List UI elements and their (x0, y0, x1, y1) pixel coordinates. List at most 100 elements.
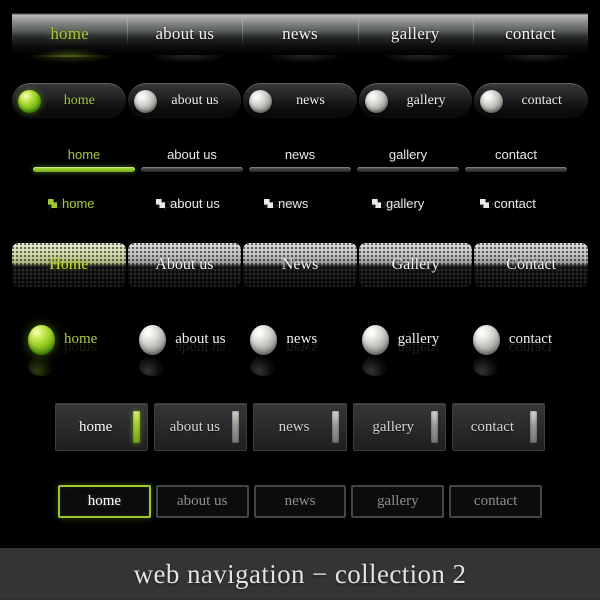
nav-orb-list: home home about us about us news news ga… (22, 325, 578, 376)
nav2-item-home[interactable]: home (12, 83, 126, 119)
nav5-label-home: Home (49, 256, 89, 273)
nav3-label-news: news (284, 147, 316, 162)
nav7-item-home[interactable]: home (55, 403, 149, 451)
nav-halftone-tabs: Home About us News Gallery Contact (12, 243, 588, 287)
nav5-item-news[interactable]: News (243, 243, 357, 287)
nav-box-accent: home about us news gallery contact (55, 403, 546, 451)
nav3-item-contact[interactable]: contact (465, 146, 567, 174)
nav1-item-home[interactable]: home (12, 13, 127, 57)
nav5-label-contact: Contact (506, 256, 557, 273)
nav6-label-about-us: about us (175, 331, 226, 347)
nav-underline: home about us news gallery contact (30, 146, 570, 174)
square-notch-icon (264, 199, 273, 208)
orb-white-icon (249, 89, 273, 113)
nav2-item-contact[interactable]: contact (474, 83, 588, 119)
nav6-item-news[interactable]: news news (244, 325, 355, 376)
nav4-item-news[interactable]: news news (246, 196, 354, 226)
nav1-item-gallery[interactable]: gallery (357, 13, 473, 55)
orb-reflection (472, 356, 500, 376)
nav4-label-gallery: gallery (386, 196, 425, 211)
nav3-item-home[interactable]: home (33, 146, 135, 174)
orb-white-icon (250, 325, 278, 355)
orb-green-icon (28, 325, 55, 355)
nav8-item-news[interactable]: news (253, 485, 347, 518)
nav8-item-contact[interactable]: contact (449, 485, 542, 518)
navigation-collection-page: home about us news gallery contact home … (0, 0, 600, 600)
orb-green-icon (18, 89, 41, 113)
nav1-item-news[interactable]: news (242, 13, 357, 55)
nav1-item-about-us[interactable]: about us (127, 13, 242, 55)
nav4-label-news: news (278, 196, 309, 211)
nav7-label-gallery: gallery (372, 418, 415, 435)
square-notch-icon (480, 199, 489, 208)
nav4-label-contact: contact (494, 196, 536, 211)
nav1-label-news: news (282, 24, 318, 43)
nav5-label-news: News (281, 256, 319, 273)
orb-white-icon (472, 325, 500, 355)
nav3-item-news[interactable]: news (249, 146, 351, 174)
nav7-item-news[interactable]: news (253, 403, 347, 451)
nav1-label-home: home (50, 24, 89, 43)
nav8-item-home[interactable]: home (58, 485, 151, 518)
orb-white-icon (133, 89, 157, 113)
nav2-item-news[interactable]: news (243, 83, 357, 119)
square-notch-icon (48, 199, 57, 208)
nav5-label-about-us: About us (155, 256, 214, 273)
nav8-label-gallery: gallery (376, 493, 419, 509)
nav1-item-contact[interactable]: contact (472, 13, 588, 55)
underline-bar (465, 167, 567, 172)
orb-reflection (361, 356, 389, 376)
nav6-label-gallery: gallery (397, 331, 440, 347)
nav4-label-home: home (62, 196, 95, 211)
nav2-label-gallery: gallery (406, 93, 446, 108)
nav2-label-news: news (296, 93, 325, 108)
nav4-item-home[interactable]: home home (30, 196, 138, 226)
nav3-item-about-us[interactable]: about us (141, 146, 243, 174)
orb-white-icon (364, 89, 388, 113)
accent-bar-gray (232, 411, 240, 443)
nav2-label-about-us: about us (171, 93, 219, 108)
accent-bar-gray (331, 411, 339, 443)
nav5-item-contact[interactable]: Contact (474, 243, 588, 287)
nav7-label-contact: contact (470, 418, 515, 435)
orb-white-icon (480, 89, 504, 113)
nav2-label-home: home (63, 93, 95, 108)
square-notch-icon (372, 199, 381, 208)
nav-pill-orb: home about us news gallery contact (12, 83, 588, 119)
nav1-label-about-us: about us (155, 24, 215, 43)
accent-bar-gray (530, 411, 538, 443)
nav6-item-about-us[interactable]: about us about us (133, 325, 244, 376)
nav8-item-about-us[interactable]: about us (155, 485, 249, 518)
nav5-item-about-us[interactable]: About us (127, 243, 242, 287)
underline-bar (249, 167, 351, 172)
nav4-item-gallery[interactable]: gallery gallery (354, 196, 462, 226)
nav4-item-contact[interactable]: contact contact (462, 196, 570, 226)
nav3-label-gallery: gallery (388, 147, 428, 162)
nav7-item-about-us[interactable]: about us (154, 403, 248, 451)
nav6-item-contact[interactable]: contact contact (467, 325, 578, 376)
nav2-label-contact: contact (521, 93, 562, 108)
nav7-item-contact[interactable]: contact (451, 403, 546, 451)
orb-reflection (28, 356, 55, 376)
accent-bar-gray (430, 411, 438, 443)
underline-bar-active (33, 167, 135, 172)
nav3-label-contact: contact (495, 147, 537, 162)
accent-bar-green (133, 411, 141, 443)
nav6-item-home[interactable]: home home (22, 325, 133, 376)
nav8-item-gallery[interactable]: gallery (351, 485, 445, 518)
nav2-item-about-us[interactable]: about us (127, 83, 242, 119)
nav-outline-box: home about us news gallery contact (58, 485, 542, 518)
nav2-item-gallery[interactable]: gallery (358, 83, 473, 119)
page-title: web navigation − collection 2 (133, 558, 467, 589)
nav4-item-about-us[interactable]: about us about us (138, 196, 246, 226)
nav5-item-home[interactable]: Home (12, 243, 126, 287)
nav7-item-gallery[interactable]: gallery (352, 403, 446, 451)
nav6-item-gallery[interactable]: gallery gallery (356, 325, 467, 376)
nav6-label-news: news (286, 331, 318, 347)
nav8-label-home: home (87, 493, 122, 509)
nav3-item-gallery[interactable]: gallery (357, 146, 459, 174)
nav3-label-about-us: about us (167, 147, 217, 162)
nav5-item-gallery[interactable]: Gallery (358, 243, 473, 287)
nav3-label-home: home (67, 147, 101, 162)
square-notch-icon (156, 199, 165, 208)
